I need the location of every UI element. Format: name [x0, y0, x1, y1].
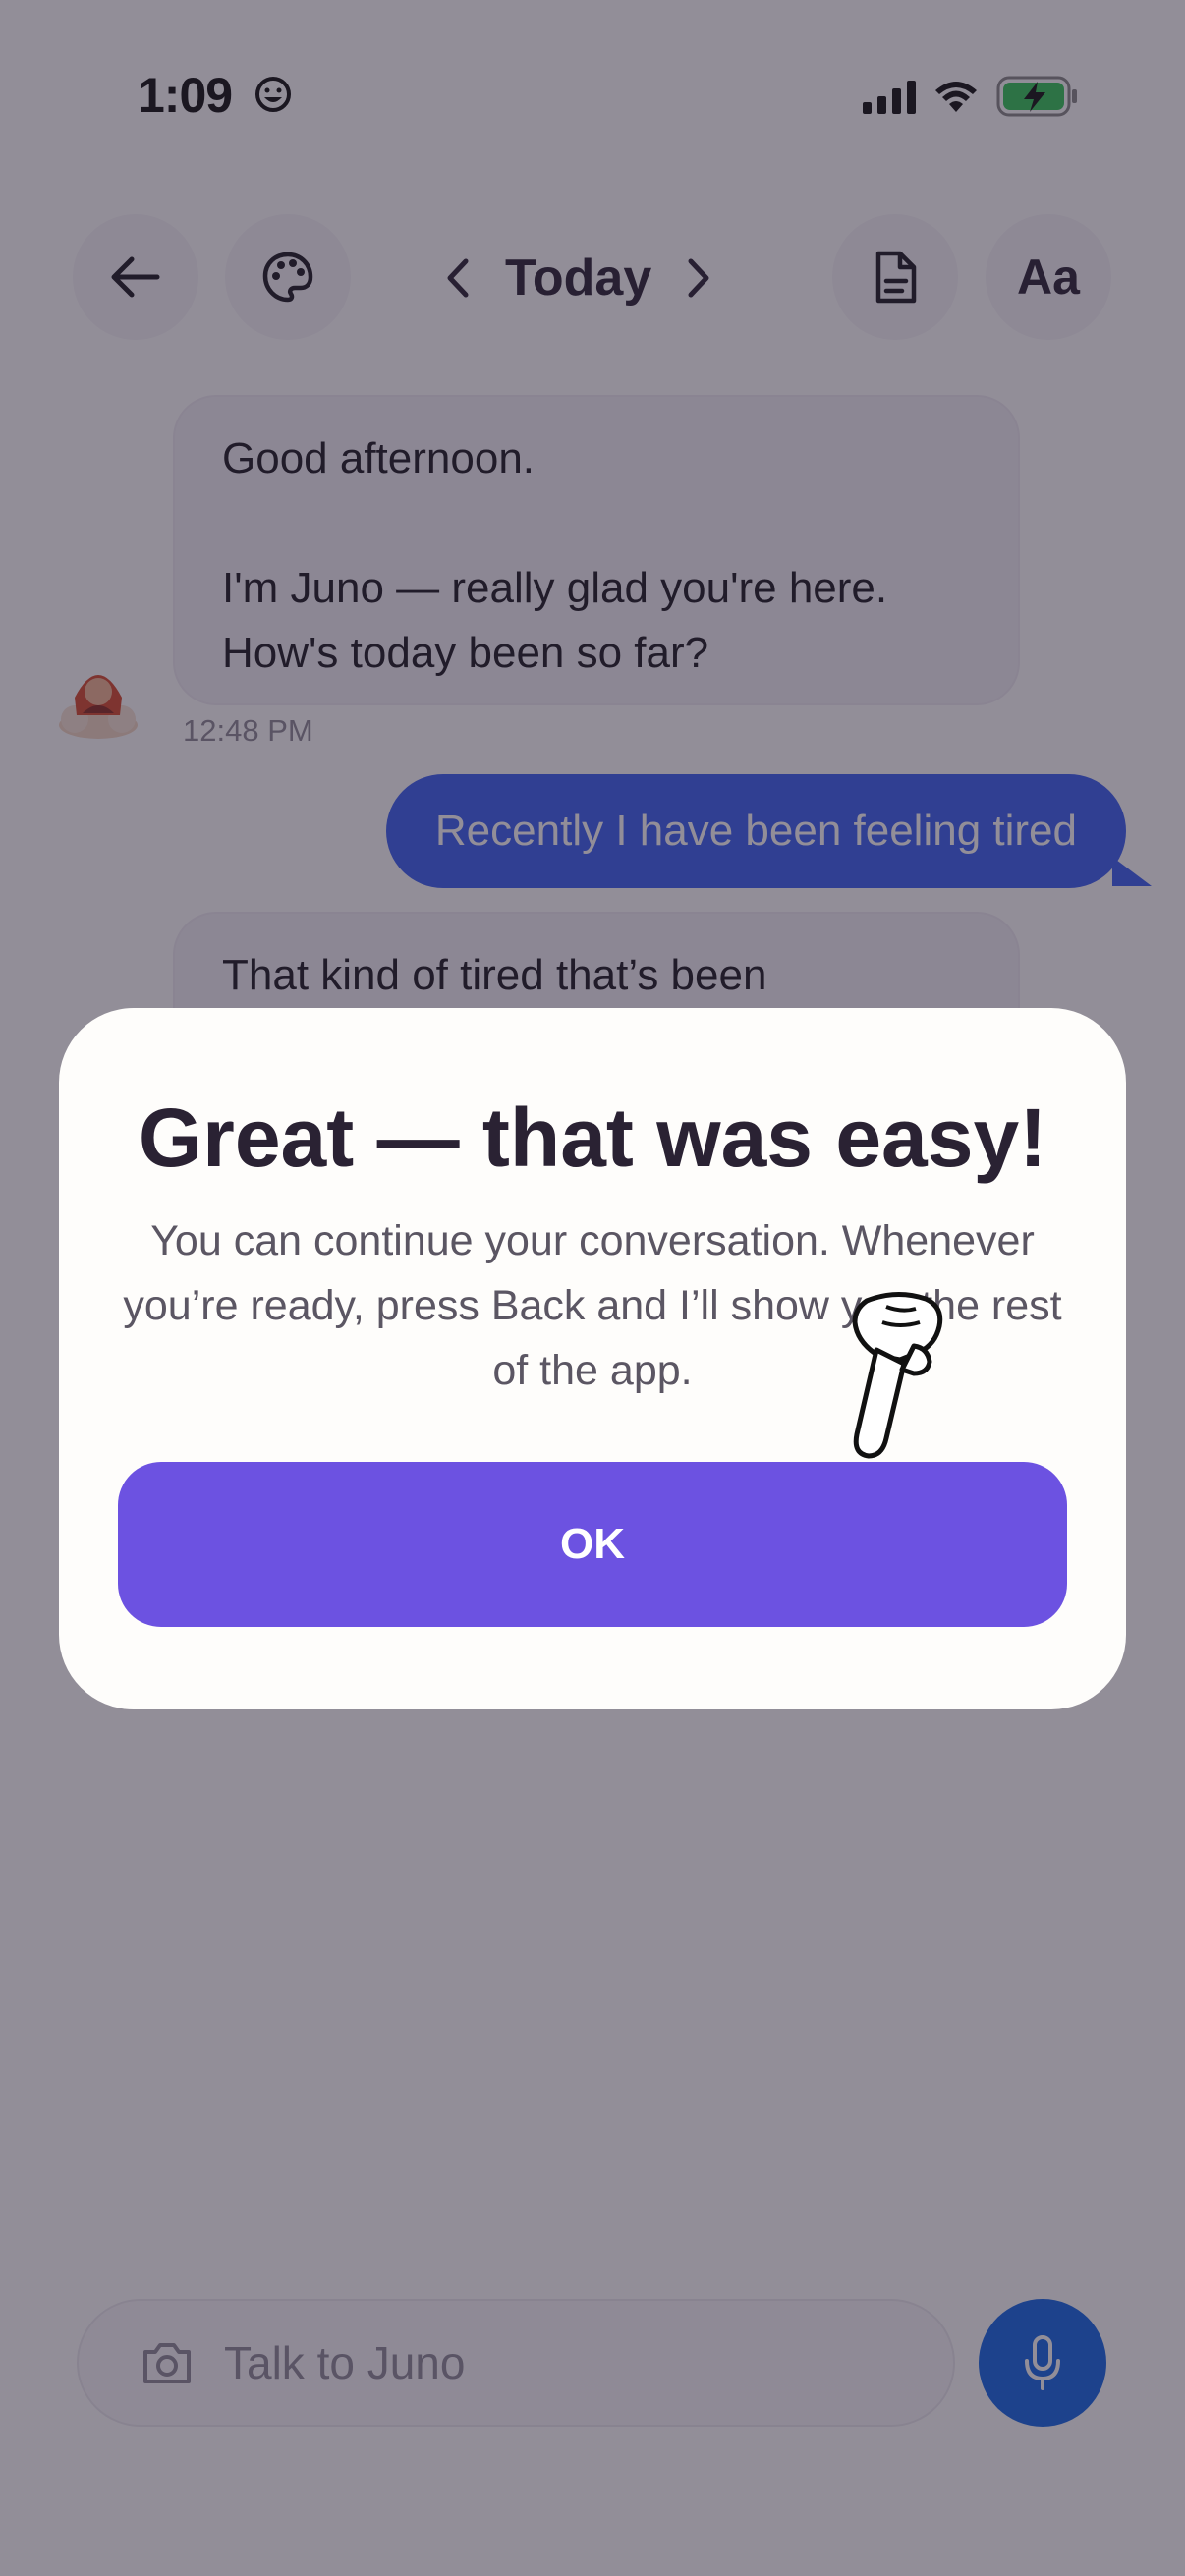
- pointing-hand-icon: [852, 1292, 943, 1459]
- ok-button-label: OK: [560, 1520, 625, 1568]
- completion-dialog: Great — that was easy! You can continue …: [59, 1008, 1126, 1709]
- ok-button[interactable]: OK: [118, 1462, 1067, 1627]
- dialog-title: Great — that was easy!: [138, 1092, 1047, 1184]
